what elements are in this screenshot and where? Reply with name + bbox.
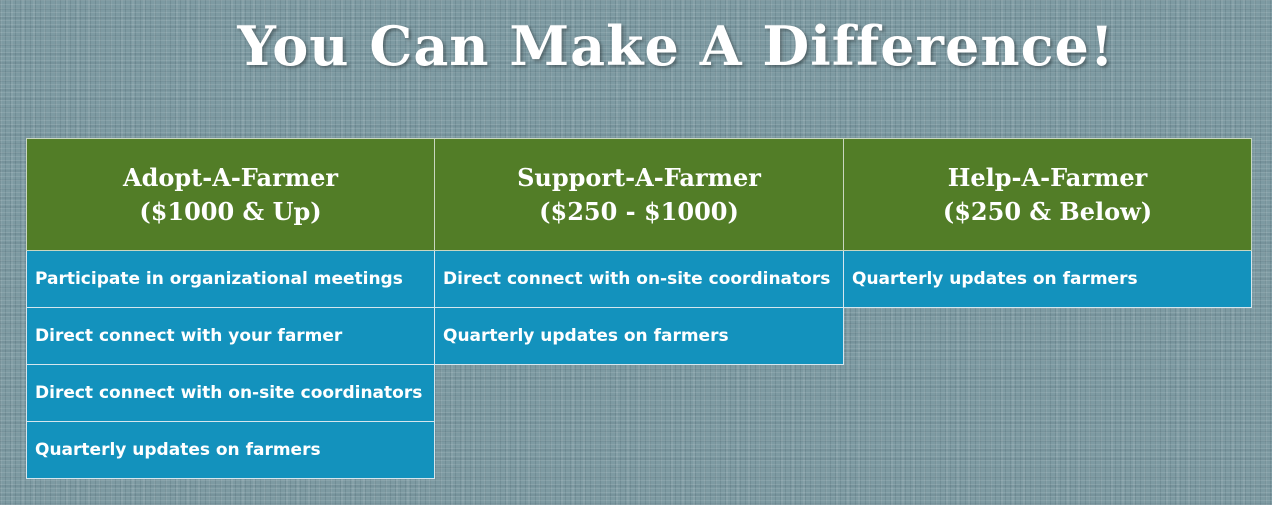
benefit-item: Quarterly updates on farmers xyxy=(26,422,435,479)
tier-header-help: Help-A-Farmer ($250 & Below) xyxy=(843,138,1252,251)
page-title: You Can Make A Difference! xyxy=(237,14,1115,78)
benefit-item: Direct connect with your farmer xyxy=(26,308,435,365)
tier-header-support: Support-A-Farmer ($250 - $1000) xyxy=(434,138,844,251)
tier-column-support: Support-A-Farmer ($250 - $1000) Direct c… xyxy=(434,138,844,365)
tier-header-adopt: Adopt-A-Farmer ($1000 & Up) xyxy=(26,138,435,251)
benefit-item: Participate in organizational meetings xyxy=(26,251,435,308)
tier-name: Adopt-A-Farmer xyxy=(122,162,339,192)
benefit-item: Quarterly updates on farmers xyxy=(434,308,844,365)
tier-range: ($250 & Below) xyxy=(942,196,1153,226)
benefit-item: Direct connect with on-site coordinators xyxy=(26,365,435,422)
tier-name: Help-A-Farmer xyxy=(947,162,1148,192)
tier-column-adopt: Adopt-A-Farmer ($1000 & Up) Participate … xyxy=(26,138,435,479)
tier-name: Support-A-Farmer xyxy=(517,162,761,192)
benefit-item: Direct connect with on-site coordinators xyxy=(434,251,844,308)
benefit-item: Quarterly updates on farmers xyxy=(843,251,1252,308)
tier-column-help: Help-A-Farmer ($250 & Below) Quarterly u… xyxy=(843,138,1252,308)
tier-range: ($250 - $1000) xyxy=(539,196,739,226)
tier-range: ($1000 & Up) xyxy=(139,196,322,226)
